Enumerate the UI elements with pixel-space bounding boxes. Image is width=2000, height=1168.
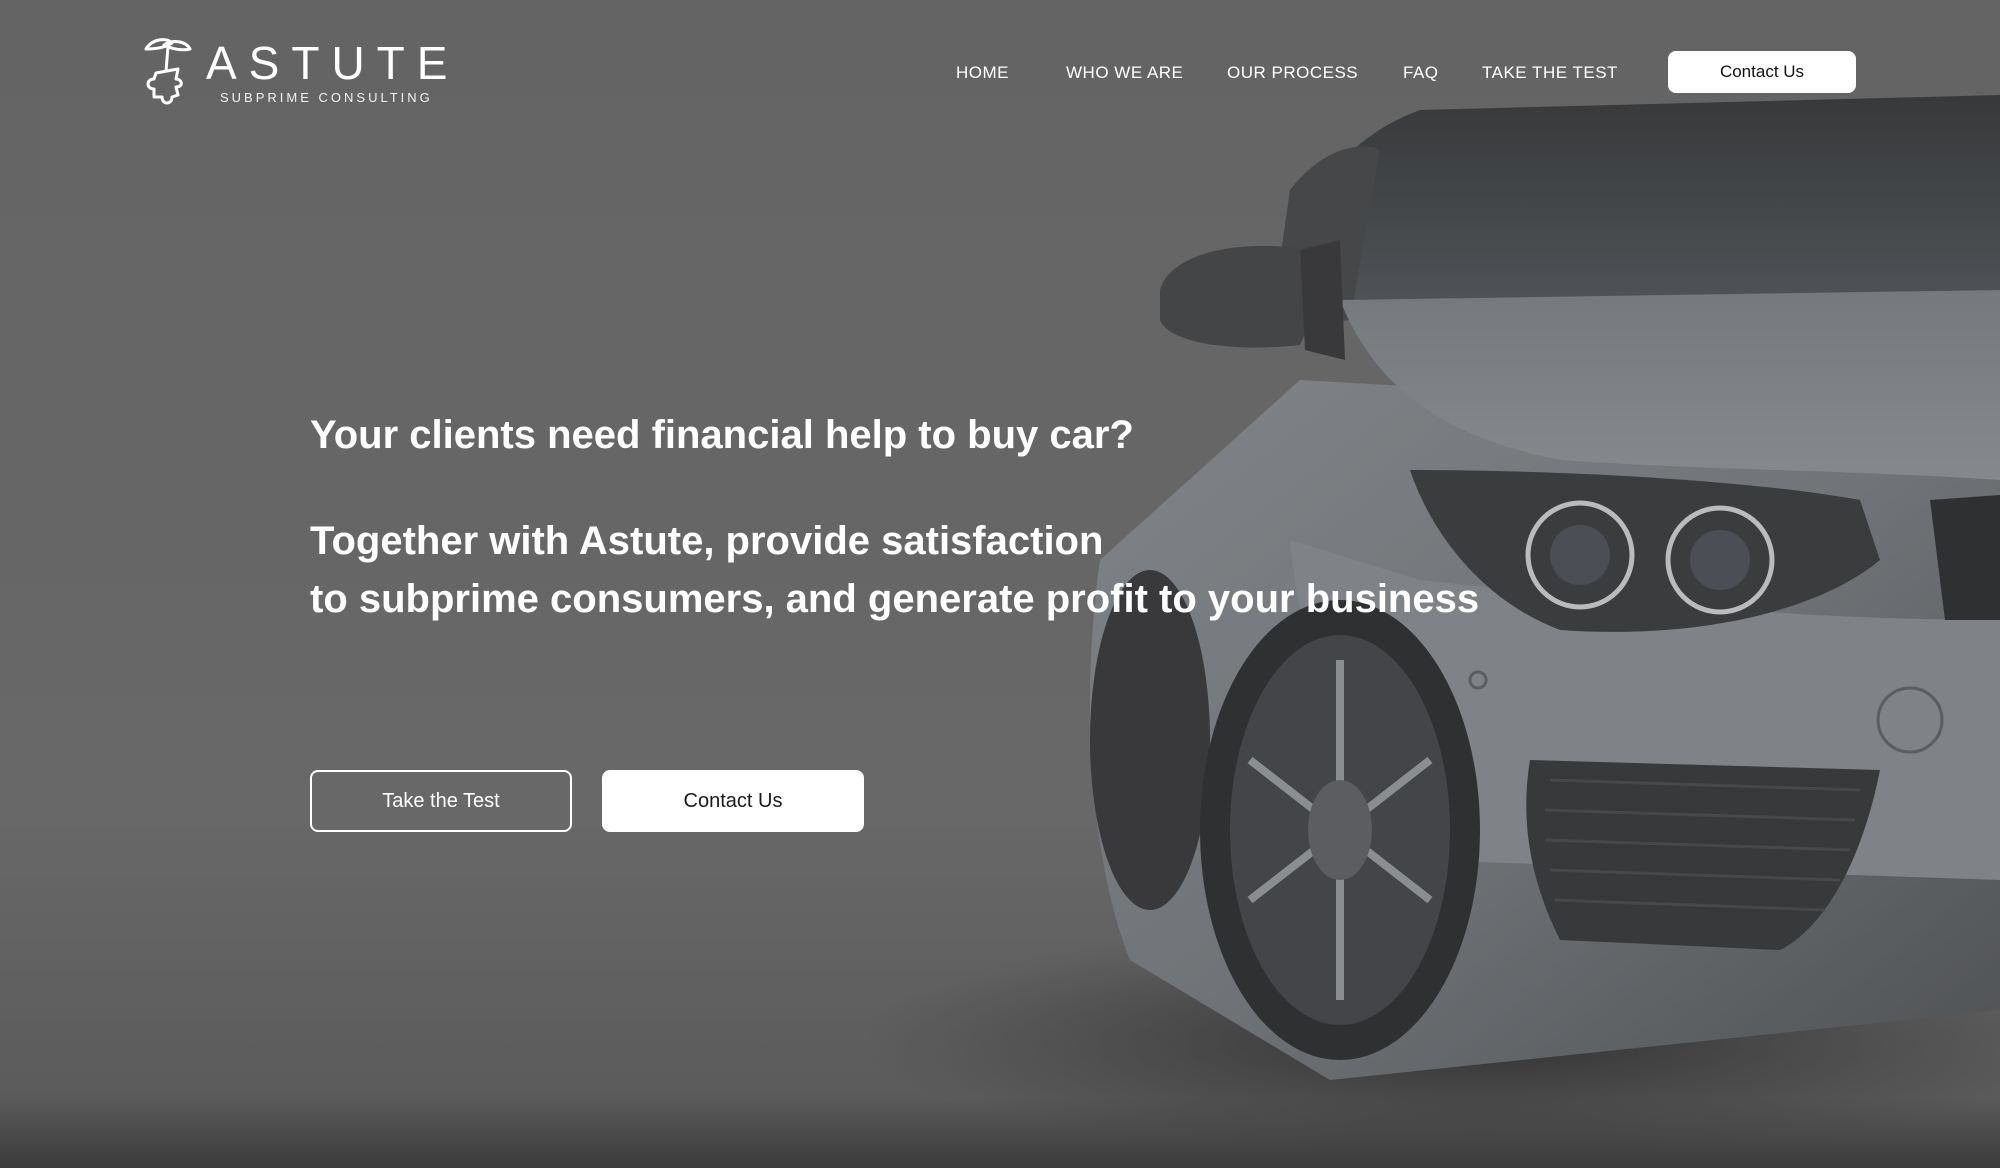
tree-puzzle-logo-icon <box>144 38 192 105</box>
hero-subline-line-1: Together with Astute, provide satisfacti… <box>310 519 1104 563</box>
brand-tagline: SUBPRIME CONSULTING <box>220 89 433 105</box>
hero-subline-line-2: to subprime consumers, and generate prof… <box>310 577 1480 621</box>
nav-faq[interactable]: FAQ <box>1403 63 1439 83</box>
nav-home[interactable]: HOME <box>956 63 1009 83</box>
nav-our-process[interactable]: OUR PROCESS <box>1227 63 1358 83</box>
hero-contact-button[interactable]: Contact Us <box>602 770 864 832</box>
hero-headline: Your clients need financial help to buy … <box>310 413 1134 457</box>
nav-who-we-are[interactable]: WHO WE ARE <box>1066 63 1183 83</box>
brand-text: ASTUTE SUBPRIME CONSULTING <box>206 40 459 105</box>
take-the-test-button[interactable]: Take the Test <box>310 770 572 832</box>
nav-take-the-test[interactable]: TAKE THE TEST <box>1482 63 1618 83</box>
nav-contact-button[interactable]: Contact Us <box>1668 51 1856 93</box>
brand-name: ASTUTE <box>206 36 460 89</box>
landing-page: ASTUTE SUBPRIME CONSULTING HOME WHO WE A… <box>0 0 2000 1168</box>
brand-logo[interactable]: ASTUTE SUBPRIME CONSULTING <box>142 34 459 110</box>
hero-subline: Together with Astute, provide satisfacti… <box>310 512 1610 628</box>
